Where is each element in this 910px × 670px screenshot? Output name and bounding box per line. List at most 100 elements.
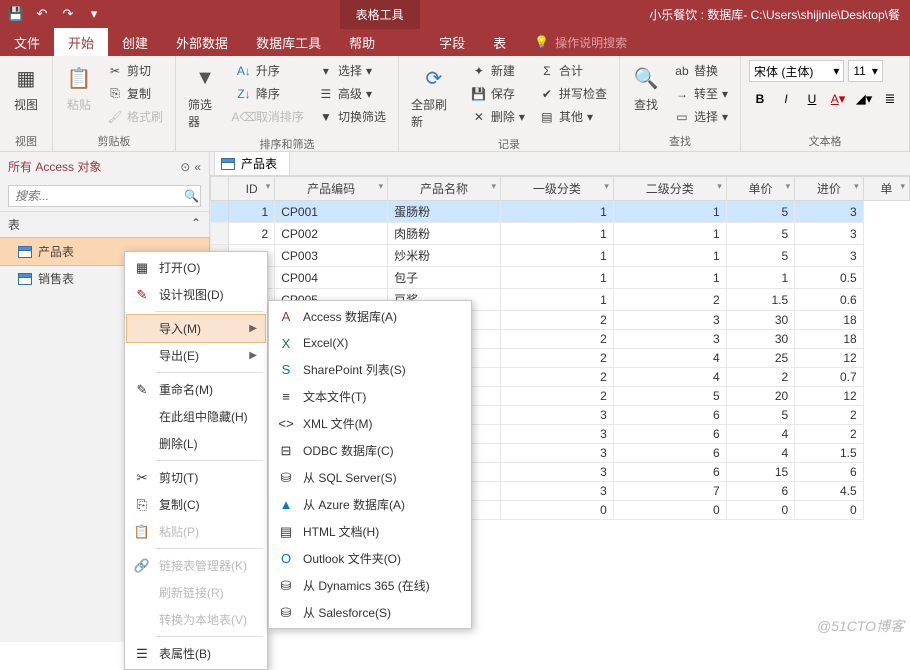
ctx-convert[interactable]: 转换为本地表(V)	[127, 606, 265, 633]
col-header[interactable]: 一级分类▾	[500, 177, 613, 201]
tell-me[interactable]: 💡 操作说明搜索	[520, 28, 910, 56]
tab-table[interactable]: 表	[479, 28, 520, 56]
collapse-icon[interactable]: «	[194, 160, 201, 174]
formatpainter-button[interactable]: 🖌格式刷	[103, 106, 167, 127]
table-row[interactable]: 1CP001蛋肠粉1153	[211, 201, 910, 223]
replace-button[interactable]: ab替换	[670, 60, 732, 81]
select-button[interactable]: ▭选择 ▾	[670, 106, 732, 127]
imp-excel[interactable]: XExcel(X)	[271, 330, 469, 356]
toggle-filter-button[interactable]: ▼切换筛选	[314, 106, 390, 127]
imp-xml[interactable]: <>XML 文件(M)	[271, 410, 469, 437]
lightbulb-icon: 💡	[534, 35, 549, 49]
ctx-rename[interactable]: ✎重命名(M)	[127, 376, 265, 403]
imp-sharepoint[interactable]: SSharePoint 列表(S)	[271, 356, 469, 383]
tab-create[interactable]: 创建	[108, 28, 162, 56]
group-records: ⟳ 全部刷新 ✦新建 💾保存 ✕删除 ▾ Σ合计 ✔拼写检查 ▤其他 ▾ 记录	[399, 56, 620, 151]
align-button[interactable]: ≣	[879, 88, 901, 110]
goto-button[interactable]: →转至 ▾	[670, 83, 732, 104]
tab-external[interactable]: 外部数据	[162, 28, 242, 56]
tab-home[interactable]: 开始	[54, 28, 108, 56]
paste-button[interactable]: 📋 粘贴	[61, 60, 97, 117]
ctx-delete[interactable]: 删除(L)	[127, 430, 265, 457]
table-row[interactable]: 3CP003炒米粉1153	[211, 245, 910, 267]
table-row[interactable]: 2CP002肉肠粉1153	[211, 223, 910, 245]
sort-desc-button[interactable]: Z↓降序	[232, 83, 308, 104]
context-tab-label: 表格工具	[340, 0, 420, 29]
tab-fields[interactable]: 字段	[425, 28, 479, 56]
sort-asc-button[interactable]: A↓升序	[232, 60, 308, 81]
filter-button[interactable]: ▼ 筛选器	[184, 60, 226, 134]
selection-icon: ▾	[318, 63, 334, 79]
ctx-open[interactable]: ▦打开(O)	[127, 254, 265, 281]
clear-sort-button[interactable]: A⌫取消排序	[232, 106, 308, 127]
selection-button[interactable]: ▾选择 ▾	[314, 60, 390, 81]
ctx-cut[interactable]: ✂剪切(T)	[127, 464, 265, 491]
save-rec-button[interactable]: 💾保存	[467, 83, 529, 104]
salesforce-icon: ⛁	[277, 605, 295, 621]
more-button[interactable]: ▤其他 ▾	[535, 106, 611, 127]
col-header[interactable]: 单价▾	[726, 177, 794, 201]
find-icon: 🔍	[632, 64, 660, 92]
save-icon[interactable]: 💾	[8, 6, 24, 22]
ctx-copy[interactable]: ⎘复制(C)	[127, 491, 265, 518]
nav-search[interactable]: 🔍	[8, 185, 201, 207]
sort-asc-icon: A↓	[236, 63, 252, 79]
qat-customize-icon[interactable]: ▾	[86, 6, 102, 22]
refresh-button[interactable]: ⟳ 全部刷新	[407, 60, 461, 134]
undo-icon[interactable]: ↶	[34, 6, 50, 22]
nav-section-tables[interactable]: 表⌃	[0, 211, 209, 238]
col-header[interactable]: 单▾	[863, 177, 909, 201]
nav-header[interactable]: 所有 Access 对象 ⊙«	[0, 152, 209, 181]
imp-outlook[interactable]: OOutlook 文件夹(O)	[271, 545, 469, 572]
spell-button[interactable]: ✔拼写检查	[535, 83, 611, 104]
ctx-hide[interactable]: 在此组中隐藏(H)	[127, 403, 265, 430]
doc-tab-products[interactable]: 产品表	[214, 152, 290, 175]
col-header[interactable]: ID▾	[229, 177, 275, 201]
ctx-props[interactable]: ☰表属性(B)	[127, 640, 265, 667]
imp-dyn365[interactable]: ⛁从 Dynamics 365 (在线)	[271, 572, 469, 599]
imp-sql[interactable]: ⛁从 SQL Server(S)	[271, 464, 469, 491]
circle-chevron-icon[interactable]: ⊙	[180, 160, 190, 174]
imp-text[interactable]: ≡文本文件(T)	[271, 383, 469, 410]
table-row[interactable]: 4CP004包子1110.5	[211, 267, 910, 289]
totals-button[interactable]: Σ合计	[535, 60, 611, 81]
italic-button[interactable]: I	[775, 88, 797, 110]
imp-salesforce[interactable]: ⛁从 Salesforce(S)	[271, 599, 469, 626]
col-header[interactable]: 产品编码▾	[275, 177, 388, 201]
tab-help[interactable]: 帮助	[335, 28, 389, 56]
ctx-design[interactable]: ✎设计视图(D)	[127, 281, 265, 308]
new-button[interactable]: ✦新建	[467, 60, 529, 81]
imp-odbc[interactable]: ⊟ODBC 数据库(C)	[271, 437, 469, 464]
search-icon[interactable]: 🔍	[178, 189, 205, 203]
col-header[interactable]: 二级分类▾	[613, 177, 726, 201]
view-button[interactable]: ▦ 视图	[8, 60, 44, 117]
ctx-linkmgr[interactable]: 🔗链接表管理器(K)	[127, 552, 265, 579]
copy-button[interactable]: ⎘复制	[103, 83, 167, 104]
font-color-button[interactable]: A▾	[827, 88, 849, 110]
search-input[interactable]	[9, 186, 178, 206]
ctx-refresh[interactable]: 刷新链接(R)	[127, 579, 265, 606]
tab-file[interactable]: 文件	[0, 28, 54, 56]
fill-color-button[interactable]: ◢▾	[853, 88, 875, 110]
imp-html[interactable]: ▤HTML 文档(H)	[271, 518, 469, 545]
ctx-export[interactable]: 导出(E)▶	[127, 342, 265, 369]
rename-icon: ✎	[133, 382, 151, 398]
ctx-paste[interactable]: 📋粘贴(P)	[127, 518, 265, 545]
col-header[interactable]: 进价▾	[795, 177, 863, 201]
delete-button[interactable]: ✕删除 ▾	[467, 106, 529, 127]
group-find: 🔍 查找 ab替换 →转至 ▾ ▭选择 ▾ 查找	[620, 56, 741, 151]
col-header[interactable]: 产品名称▾	[388, 177, 501, 201]
ctx-import[interactable]: 导入(M)▶	[127, 315, 265, 342]
underline-button[interactable]: U	[801, 88, 823, 110]
font-select[interactable]: 宋体 (主体)▾	[749, 60, 844, 82]
size-select[interactable]: 11▾	[848, 60, 883, 82]
find-button[interactable]: 🔍 查找	[628, 60, 664, 117]
imp-azure[interactable]: ▲从 Azure 数据库(A)	[271, 491, 469, 518]
imp-access[interactable]: AAccess 数据库(A)	[271, 303, 469, 330]
redo-icon[interactable]: ↷	[60, 6, 76, 22]
bold-button[interactable]: B	[749, 88, 771, 110]
advanced-button[interactable]: ☰高级 ▾	[314, 83, 390, 104]
cut-button[interactable]: ✂剪切	[103, 60, 167, 81]
tab-dbtools[interactable]: 数据库工具	[242, 28, 335, 56]
view-label: 视图	[14, 96, 38, 113]
